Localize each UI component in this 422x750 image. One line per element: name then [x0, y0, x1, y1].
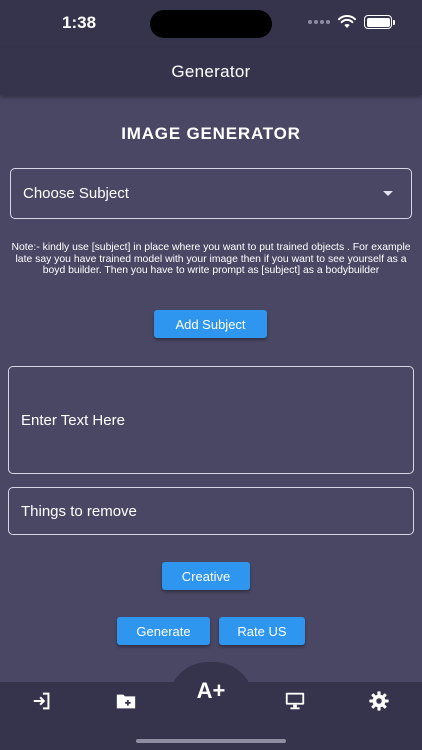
generate-button[interactable]: Generate [117, 617, 210, 645]
wifi-icon [338, 15, 356, 28]
prompt-textarea[interactable]: Enter Text Here [8, 366, 414, 474]
app-bar: Generator [0, 48, 422, 95]
home-indicator [136, 739, 286, 743]
page-heading: IMAGE GENERATOR [121, 124, 301, 143]
rate-us-button[interactable]: Rate US [219, 617, 305, 645]
battery-icon [364, 15, 395, 29]
add-subject-button[interactable]: Add Subject [154, 310, 267, 338]
monitor-icon[interactable] [284, 690, 306, 712]
negative-prompt-placeholder: Things to remove [21, 502, 137, 520]
negative-prompt-input[interactable]: Things to remove [8, 487, 414, 535]
status-time: 1:38 [62, 13, 97, 32]
status-bar: 1:38 [0, 0, 422, 48]
status-indicators [308, 15, 395, 29]
subject-select[interactable]: Choose Subject [10, 168, 412, 219]
gear-icon[interactable] [368, 690, 390, 712]
usage-note: Note:- kindly use [subject] in place whe… [11, 242, 411, 277]
subject-select-value: Choose Subject [23, 185, 129, 202]
dropdown-caret-icon [383, 191, 393, 196]
app-title: Generator [171, 61, 251, 81]
creative-button[interactable]: Creative [162, 562, 250, 590]
text-size-icon[interactable]: A+ [191, 678, 231, 704]
dynamic-island [150, 10, 272, 38]
prompt-placeholder: Enter Text Here [21, 411, 125, 429]
login-icon[interactable] [31, 690, 53, 712]
cellular-signal-icon [308, 20, 330, 24]
folder-add-icon[interactable] [115, 690, 137, 712]
